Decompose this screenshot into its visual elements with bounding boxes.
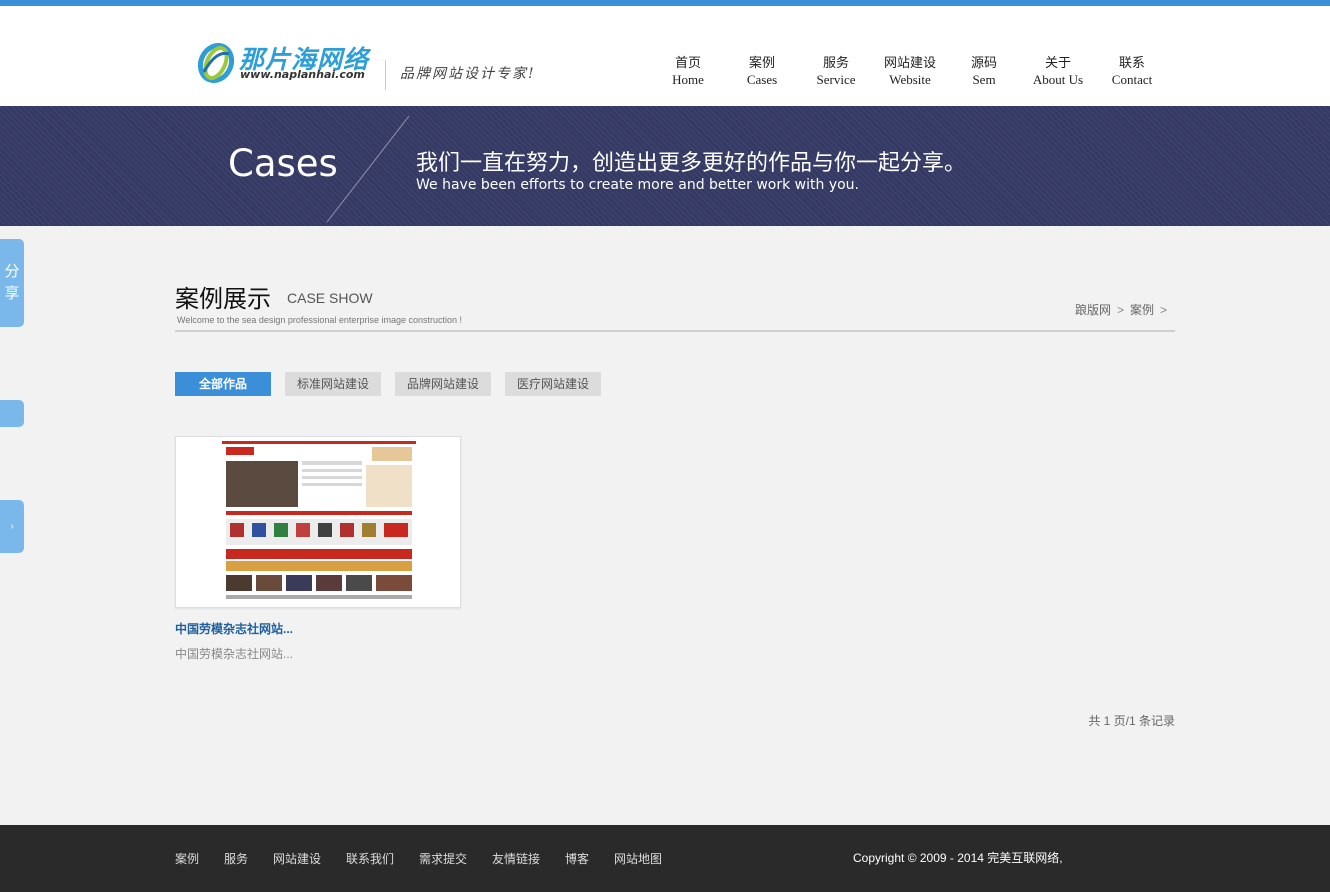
banner-title: Cases	[228, 142, 338, 185]
footer-link-friends[interactable]: 友情链接	[492, 850, 540, 867]
logo-slogan: 品牌网站设计专家!	[400, 66, 536, 82]
breadcrumb: 踉版网 > 案例 >	[1075, 301, 1173, 318]
banner-tagline-cn: 我们一直在努力，创造出更多更好的作品与你一起分享。	[416, 151, 967, 176]
nav-label-en: Contact	[1111, 72, 1153, 87]
footer-link-cases[interactable]: 案例	[175, 850, 199, 867]
filter-brand[interactable]: 品牌网站建设	[395, 372, 491, 396]
filter-medical[interactable]: 医疗网站建设	[505, 372, 601, 396]
nav-item-website[interactable]: 网站建设 Website	[873, 54, 947, 88]
nav-label-cn: 关于	[1044, 55, 1071, 70]
nav-label-cn: 联系	[1118, 55, 1145, 70]
main-nav: 首页 Home 案例 Cases 服务 Service 网站建设 Website…	[651, 54, 1171, 94]
footer-link-blog[interactable]: 博客	[565, 850, 589, 867]
footer-link-request[interactable]: 需求提交	[419, 850, 467, 867]
nav-label-en: About Us	[1032, 72, 1084, 87]
nav-item-sem[interactable]: 源码 Sem	[947, 54, 1021, 88]
nav-item-contact[interactable]: 联系 Contact	[1095, 54, 1169, 88]
nav-label-en: Sem	[972, 72, 996, 87]
nav-label-en: Service	[816, 72, 856, 87]
banner-tagline-en: We have been efforts to create more and …	[416, 177, 859, 193]
logo-icon	[197, 42, 235, 84]
site-header: 那片海网络 www.naplanhai.com 品牌网站设计专家! 首页 Hom…	[0, 6, 1330, 106]
footer-link-contact[interactable]: 联系我们	[346, 850, 394, 867]
site-footer: 案例 服务 网站建设 联系我们 需求提交 友情链接 博客 网站地图 Copyri…	[0, 825, 1330, 892]
section-header: 案例展示 CASE SHOW Welcome to the sea design…	[175, 277, 1175, 332]
share-side-tab[interactable]: 分享	[0, 239, 24, 327]
copyright-text: Copyright © 2009 - 2014 完美互联网络,	[853, 851, 1063, 865]
logo-divider	[385, 60, 386, 90]
filter-all[interactable]: 全部作品	[175, 372, 271, 396]
breadcrumb-separator: >	[1159, 303, 1167, 317]
page-banner: Cases 我们一直在努力，创造出更多更好的作品与你一起分享。 We have …	[0, 106, 1330, 226]
side-tab[interactable]	[0, 400, 24, 427]
footer-link-service[interactable]: 服务	[224, 850, 248, 867]
banner-divider	[326, 115, 410, 223]
side-tab[interactable]: ›	[0, 500, 24, 553]
case-thumbnail-image	[222, 441, 416, 603]
nav-label-cn: 网站建设	[883, 55, 936, 70]
nav-item-about[interactable]: 关于 About Us	[1021, 54, 1095, 88]
nav-label-cn: 案例	[748, 55, 775, 70]
section-subtitle: Welcome to the sea design professional e…	[177, 315, 462, 325]
logo[interactable]: 那片海网络 www.naplanhai.com 品牌网站设计专家!	[196, 42, 556, 92]
pagination-info: 共 1 页/1 条记录	[1088, 714, 1175, 728]
case-title-link[interactable]: 中国劳模杂志社网站...	[175, 620, 293, 637]
nav-label-cn: 首页	[674, 55, 701, 70]
nav-label-en: Website	[889, 72, 931, 87]
nav-item-service[interactable]: 服务 Service	[799, 54, 873, 88]
footer-link-website[interactable]: 网站建设	[273, 850, 321, 867]
logo-url: www.naplanhai.com	[240, 68, 365, 81]
section-title: 案例展示	[175, 285, 271, 313]
filter-standard[interactable]: 标准网站建设	[285, 372, 381, 396]
breadcrumb-separator: >	[1116, 303, 1124, 317]
nav-item-cases[interactable]: 案例 Cases	[725, 54, 799, 88]
breadcrumb-item[interactable]: 踉版网	[1075, 303, 1111, 317]
case-card[interactable]	[175, 436, 461, 608]
nav-label-cn: 源码	[970, 55, 997, 70]
nav-item-home[interactable]: 首页 Home	[651, 54, 725, 88]
nav-label-cn: 服务	[822, 55, 849, 70]
nav-label-en: Cases	[746, 72, 778, 87]
share-label: 分享	[4, 263, 20, 302]
section-title-en: CASE SHOW	[287, 290, 373, 306]
breadcrumb-item[interactable]: 案例	[1130, 303, 1154, 317]
case-description: 中国劳模杂志社网站...	[175, 647, 294, 661]
nav-label-en: Home	[672, 72, 704, 87]
side-arrow-icon: ›	[10, 521, 14, 532]
footer-link-sitemap[interactable]: 网站地图	[614, 850, 662, 867]
